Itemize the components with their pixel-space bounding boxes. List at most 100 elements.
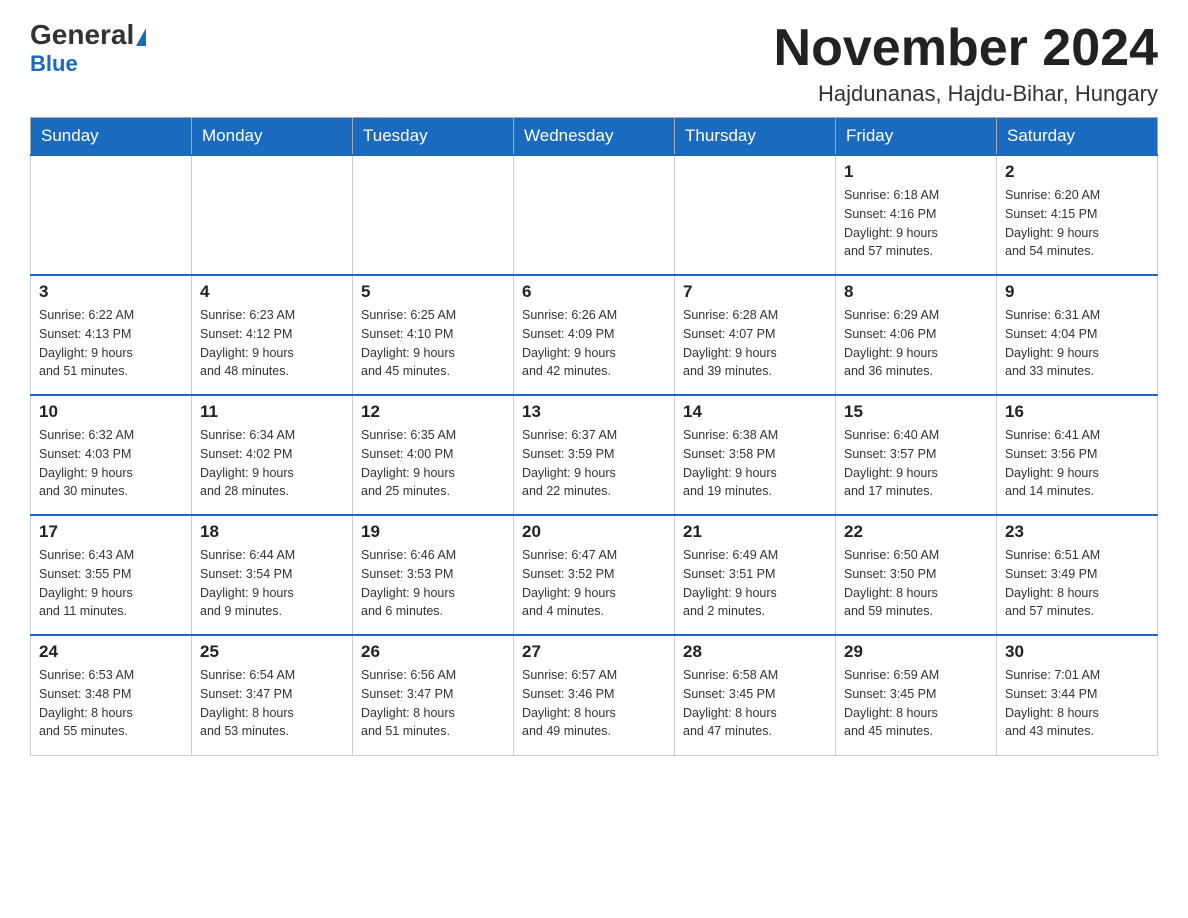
day-number: 7	[683, 282, 827, 302]
day-number: 5	[361, 282, 505, 302]
day-info: Sunrise: 6:29 AMSunset: 4:06 PMDaylight:…	[844, 306, 988, 381]
day-info: Sunrise: 6:28 AMSunset: 4:07 PMDaylight:…	[683, 306, 827, 381]
calendar-cell: 7 Sunrise: 6:28 AMSunset: 4:07 PMDaylight…	[675, 275, 836, 395]
day-info: Sunrise: 6:26 AMSunset: 4:09 PMDaylight:…	[522, 306, 666, 381]
day-info: Sunrise: 6:31 AMSunset: 4:04 PMDaylight:…	[1005, 306, 1149, 381]
location-title: Hajdunanas, Hajdu-Bihar, Hungary	[774, 81, 1158, 107]
weekday-header-sunday: Sunday	[31, 118, 192, 156]
weekday-header-monday: Monday	[192, 118, 353, 156]
calendar-cell: 27Sunrise: 6:57 AMSunset: 3:46 PMDayligh…	[514, 635, 675, 755]
weekday-header-tuesday: Tuesday	[353, 118, 514, 156]
calendar-cell: 6 Sunrise: 6:26 AMSunset: 4:09 PMDaylight…	[514, 275, 675, 395]
calendar-cell: 4 Sunrise: 6:23 AMSunset: 4:12 PMDaylight…	[192, 275, 353, 395]
day-info: Sunrise: 6:56 AMSunset: 3:47 PMDaylight:…	[361, 666, 505, 741]
day-number: 27	[522, 642, 666, 662]
day-info: Sunrise: 6:35 AMSunset: 4:00 PMDaylight:…	[361, 426, 505, 501]
weekday-header-friday: Friday	[836, 118, 997, 156]
calendar-week-1: 1 Sunrise: 6:18 AMSunset: 4:16 PMDaylight…	[31, 155, 1158, 275]
calendar-cell: 20 Sunrise: 6:47 AMSunset: 3:52 PMDayligh…	[514, 515, 675, 635]
day-info: Sunrise: 6:32 AMSunset: 4:03 PMDaylight:…	[39, 426, 183, 501]
day-number: 3	[39, 282, 183, 302]
calendar-cell: 1 Sunrise: 6:18 AMSunset: 4:16 PMDaylight…	[836, 155, 997, 275]
day-number: 26	[361, 642, 505, 662]
calendar-cell: 15 Sunrise: 6:40 AMSunset: 3:57 PMDayligh…	[836, 395, 997, 515]
day-info: Sunrise: 6:58 AMSunset: 3:45 PMDaylight:…	[683, 666, 827, 741]
day-info: Sunrise: 6:47 AMSunset: 3:52 PMDaylight:…	[522, 546, 666, 621]
calendar-cell: 11 Sunrise: 6:34 AMSunset: 4:02 PMDayligh…	[192, 395, 353, 515]
day-number: 18	[200, 522, 344, 542]
day-number: 16	[1005, 402, 1149, 422]
calendar-cell: 22Sunrise: 6:50 AMSunset: 3:50 PMDayligh…	[836, 515, 997, 635]
day-info: Sunrise: 6:51 AMSunset: 3:49 PMDaylight:…	[1005, 546, 1149, 621]
calendar-cell	[675, 155, 836, 275]
day-number: 24	[39, 642, 183, 662]
calendar-cell: 13 Sunrise: 6:37 AMSunset: 3:59 PMDayligh…	[514, 395, 675, 515]
day-info: Sunrise: 6:23 AMSunset: 4:12 PMDaylight:…	[200, 306, 344, 381]
calendar-week-2: 3 Sunrise: 6:22 AMSunset: 4:13 PMDaylight…	[31, 275, 1158, 395]
weekday-header-row: SundayMondayTuesdayWednesdayThursdayFrid…	[31, 118, 1158, 156]
calendar-cell: 24Sunrise: 6:53 AMSunset: 3:48 PMDayligh…	[31, 635, 192, 755]
calendar-cell: 3 Sunrise: 6:22 AMSunset: 4:13 PMDaylight…	[31, 275, 192, 395]
calendar-week-5: 24Sunrise: 6:53 AMSunset: 3:48 PMDayligh…	[31, 635, 1158, 755]
calendar-cell: 19Sunrise: 6:46 AMSunset: 3:53 PMDayligh…	[353, 515, 514, 635]
day-info: Sunrise: 6:25 AMSunset: 4:10 PMDaylight:…	[361, 306, 505, 381]
day-number: 11	[200, 402, 344, 422]
day-info: Sunrise: 6:34 AMSunset: 4:02 PMDaylight:…	[200, 426, 344, 501]
day-number: 8	[844, 282, 988, 302]
calendar-cell: 21Sunrise: 6:49 AMSunset: 3:51 PMDayligh…	[675, 515, 836, 635]
day-number: 1	[844, 162, 988, 182]
day-number: 4	[200, 282, 344, 302]
calendar-cell	[353, 155, 514, 275]
day-info: Sunrise: 6:54 AMSunset: 3:47 PMDaylight:…	[200, 666, 344, 741]
weekday-header-thursday: Thursday	[675, 118, 836, 156]
day-info: Sunrise: 6:38 AMSunset: 3:58 PMDaylight:…	[683, 426, 827, 501]
day-number: 9	[1005, 282, 1149, 302]
day-info: Sunrise: 6:59 AMSunset: 3:45 PMDaylight:…	[844, 666, 988, 741]
calendar-cell: 26 Sunrise: 6:56 AMSunset: 3:47 PMDayligh…	[353, 635, 514, 755]
day-number: 19	[361, 522, 505, 542]
calendar-cell: 18 Sunrise: 6:44 AMSunset: 3:54 PMDayligh…	[192, 515, 353, 635]
day-number: 17	[39, 522, 183, 542]
header: General Blue November 2024 Hajdunanas, H…	[30, 20, 1158, 107]
calendar-week-4: 17 Sunrise: 6:43 AMSunset: 3:55 PMDayligh…	[31, 515, 1158, 635]
calendar-cell	[31, 155, 192, 275]
weekday-header-saturday: Saturday	[997, 118, 1158, 156]
calendar-week-3: 10 Sunrise: 6:32 AMSunset: 4:03 PMDayligh…	[31, 395, 1158, 515]
calendar-cell: 23 Sunrise: 6:51 AMSunset: 3:49 PMDayligh…	[997, 515, 1158, 635]
calendar-cell: 14 Sunrise: 6:38 AMSunset: 3:58 PMDayligh…	[675, 395, 836, 515]
day-info: Sunrise: 6:43 AMSunset: 3:55 PMDaylight:…	[39, 546, 183, 621]
day-info: Sunrise: 6:41 AMSunset: 3:56 PMDaylight:…	[1005, 426, 1149, 501]
logo-general: General	[30, 20, 146, 51]
calendar-cell: 5 Sunrise: 6:25 AMSunset: 4:10 PMDaylight…	[353, 275, 514, 395]
day-info: Sunrise: 6:18 AMSunset: 4:16 PMDaylight:…	[844, 186, 988, 261]
day-info: Sunrise: 6:44 AMSunset: 3:54 PMDaylight:…	[200, 546, 344, 621]
day-number: 15	[844, 402, 988, 422]
title-area: November 2024 Hajdunanas, Hajdu-Bihar, H…	[774, 20, 1158, 107]
calendar-cell: 29 Sunrise: 6:59 AMSunset: 3:45 PMDayligh…	[836, 635, 997, 755]
calendar-cell: 28Sunrise: 6:58 AMSunset: 3:45 PMDayligh…	[675, 635, 836, 755]
day-number: 13	[522, 402, 666, 422]
calendar-cell	[192, 155, 353, 275]
logo: General Blue	[30, 20, 146, 77]
day-number: 6	[522, 282, 666, 302]
calendar: SundayMondayTuesdayWednesdayThursdayFrid…	[30, 117, 1158, 756]
day-info: Sunrise: 6:50 AMSunset: 3:50 PMDaylight:…	[844, 546, 988, 621]
day-info: Sunrise: 6:40 AMSunset: 3:57 PMDaylight:…	[844, 426, 988, 501]
day-info: Sunrise: 7:01 AMSunset: 3:44 PMDaylight:…	[1005, 666, 1149, 741]
day-number: 20	[522, 522, 666, 542]
day-number: 14	[683, 402, 827, 422]
day-info: Sunrise: 6:22 AMSunset: 4:13 PMDaylight:…	[39, 306, 183, 381]
day-info: Sunrise: 6:37 AMSunset: 3:59 PMDaylight:…	[522, 426, 666, 501]
month-title: November 2024	[774, 20, 1158, 77]
day-number: 30	[1005, 642, 1149, 662]
day-number: 10	[39, 402, 183, 422]
calendar-cell: 10 Sunrise: 6:32 AMSunset: 4:03 PMDayligh…	[31, 395, 192, 515]
day-info: Sunrise: 6:20 AMSunset: 4:15 PMDaylight:…	[1005, 186, 1149, 261]
day-number: 2	[1005, 162, 1149, 182]
calendar-cell: 25Sunrise: 6:54 AMSunset: 3:47 PMDayligh…	[192, 635, 353, 755]
calendar-cell: 9 Sunrise: 6:31 AMSunset: 4:04 PMDaylight…	[997, 275, 1158, 395]
day-number: 29	[844, 642, 988, 662]
day-number: 12	[361, 402, 505, 422]
day-number: 23	[1005, 522, 1149, 542]
calendar-cell: 16 Sunrise: 6:41 AMSunset: 3:56 PMDayligh…	[997, 395, 1158, 515]
